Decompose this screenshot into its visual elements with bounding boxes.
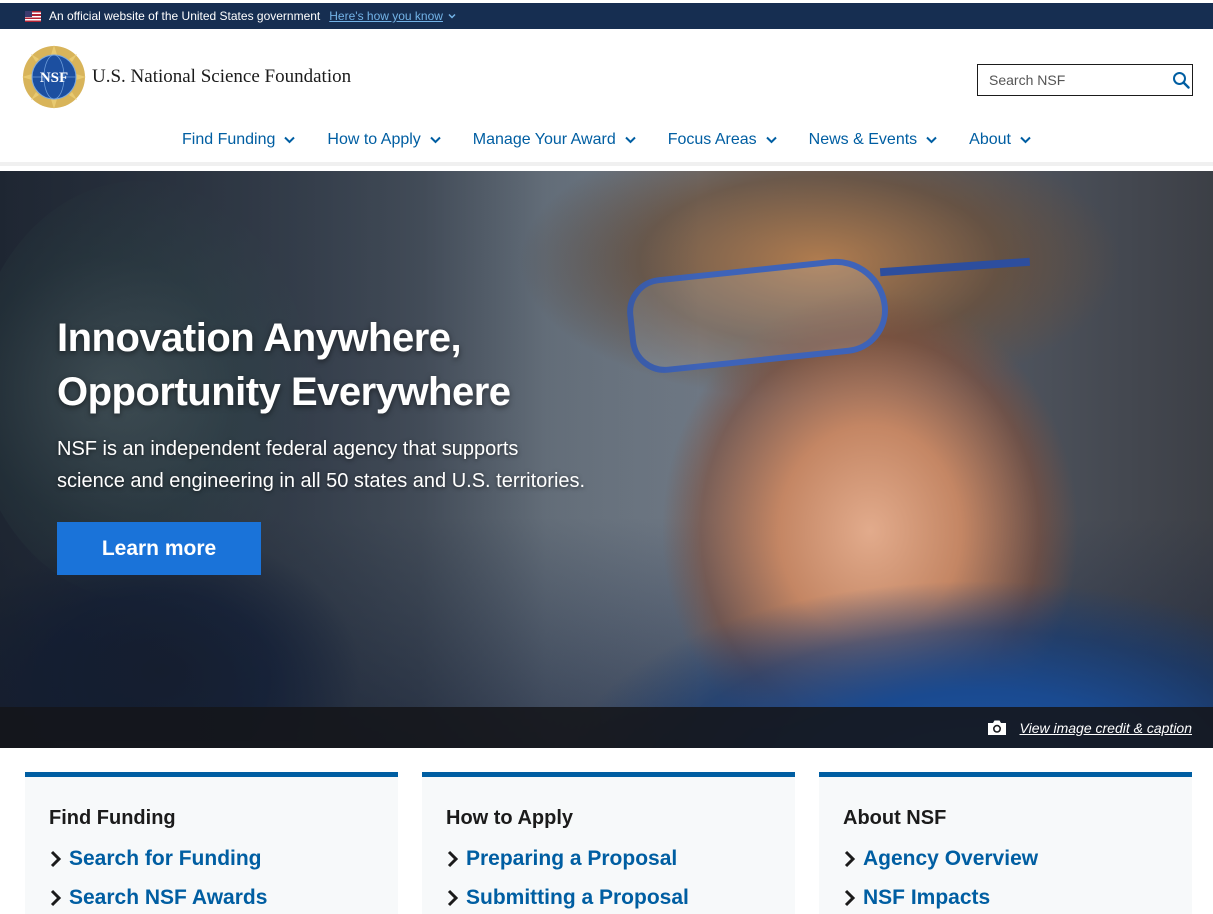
hero-title: Innovation Anywhere, Opportunity Everywh… <box>57 311 657 419</box>
chevron-right-icon <box>50 850 62 868</box>
search-nsf-awards-link[interactable]: Search NSF Awards <box>49 886 267 910</box>
site-header: NSF U.S. National Science Foundation Fin… <box>0 29 1213 166</box>
card-how-to-apply: How to Apply Preparing a Proposal Submit… <box>422 772 795 914</box>
hero-description: NSF is an independent federal agency tha… <box>57 433 647 497</box>
nav-item-focus-areas[interactable]: Focus Areas <box>668 131 777 149</box>
hero-title-line-1: Innovation Anywhere, <box>57 316 462 360</box>
hero-description-line-2: science and engineering in all 50 states… <box>57 470 586 492</box>
hero-image-goggles-strap <box>879 257 1031 277</box>
card-about-nsf: About NSF Agency Overview NSF Impacts <box>819 772 1192 914</box>
chevron-right-icon <box>447 850 459 868</box>
nav-item-news-events[interactable]: News & Events <box>809 131 937 149</box>
site-title: U.S. National Science Foundation <box>92 66 352 87</box>
chevron-down-icon <box>1020 136 1031 144</box>
chevron-down-icon <box>625 136 636 144</box>
nav-item-about[interactable]: About <box>969 131 1031 149</box>
card-title: About NSF <box>843 807 947 829</box>
svg-text:NSF: NSF <box>40 70 68 86</box>
card-find-funding: Find Funding Search for Funding Search N… <box>25 772 398 914</box>
nav-item-label: Manage Your Award <box>472 131 616 148</box>
chevron-right-icon <box>50 889 62 907</box>
learn-more-button[interactable]: Learn more <box>57 522 261 575</box>
nav-item-label: Focus Areas <box>667 131 757 148</box>
card-link-label: Search NSF Awards <box>69 886 268 909</box>
image-caption-bar: View image credit & caption <box>0 707 1213 748</box>
gov-banner: An official website of the United States… <box>0 3 1213 29</box>
chevron-down-icon <box>926 136 937 144</box>
heres-how-you-know-link[interactable]: Here's how you know <box>329 9 443 23</box>
image-credit-link[interactable]: View image credit & caption <box>1020 720 1193 736</box>
agency-overview-link[interactable]: Agency Overview <box>843 847 1038 871</box>
search-for-funding-link[interactable]: Search for Funding <box>49 847 262 871</box>
home-logo-link[interactable]: NSF U.S. National Science Foundation <box>22 45 351 109</box>
card-link-label: Agency Overview <box>863 847 1039 870</box>
card-title: Find Funding <box>49 807 176 829</box>
hero-description-line-1: NSF is an independent federal agency tha… <box>57 438 519 460</box>
card-link-label: NSF Impacts <box>863 886 991 909</box>
chevron-down-icon <box>765 136 777 144</box>
search-input[interactable] <box>978 65 1170 95</box>
search-button[interactable] <box>1170 65 1192 95</box>
preparing-a-proposal-link[interactable]: Preparing a Proposal <box>446 847 677 871</box>
nav-item-label: News & Events <box>808 131 918 148</box>
nsf-seal-logo: NSF <box>22 45 86 109</box>
chevron-down-icon[interactable] <box>447 11 457 21</box>
hero-title-line-2: Opportunity Everywhere <box>57 370 511 414</box>
search-icon <box>1173 72 1190 89</box>
us-flag-icon <box>25 10 41 22</box>
nav-item-label: About <box>969 131 1011 148</box>
nav-item-manage-your-award[interactable]: Manage Your Award <box>473 131 636 149</box>
nav-item-label: How to Apply <box>327 131 421 148</box>
card-link-label: Preparing a Proposal <box>466 847 678 870</box>
chevron-down-icon <box>430 136 441 144</box>
nav-item-find-funding[interactable]: Find Funding <box>182 131 296 149</box>
nsf-impacts-link[interactable]: NSF Impacts <box>843 886 990 910</box>
submitting-a-proposal-link[interactable]: Submitting a Proposal <box>446 886 689 910</box>
card-link-label: Submitting a Proposal <box>466 886 689 909</box>
main-nav: Find Funding How to Apply Manage Your Aw… <box>0 125 1213 155</box>
nav-item-label: Find Funding <box>182 131 276 148</box>
card-title: How to Apply <box>446 807 574 829</box>
camera-icon[interactable] <box>987 719 1007 736</box>
hero-banner: Innovation Anywhere, Opportunity Everywh… <box>0 171 1213 748</box>
card-link-label: Search for Funding <box>69 847 262 870</box>
chevron-right-icon <box>844 889 856 907</box>
search-form <box>977 64 1193 96</box>
nav-item-how-to-apply[interactable]: How to Apply <box>327 131 441 149</box>
chevron-right-icon <box>447 889 459 907</box>
gov-banner-text: An official website of the United States… <box>49 9 321 23</box>
chevron-right-icon <box>844 850 856 868</box>
chevron-down-icon <box>284 136 296 144</box>
